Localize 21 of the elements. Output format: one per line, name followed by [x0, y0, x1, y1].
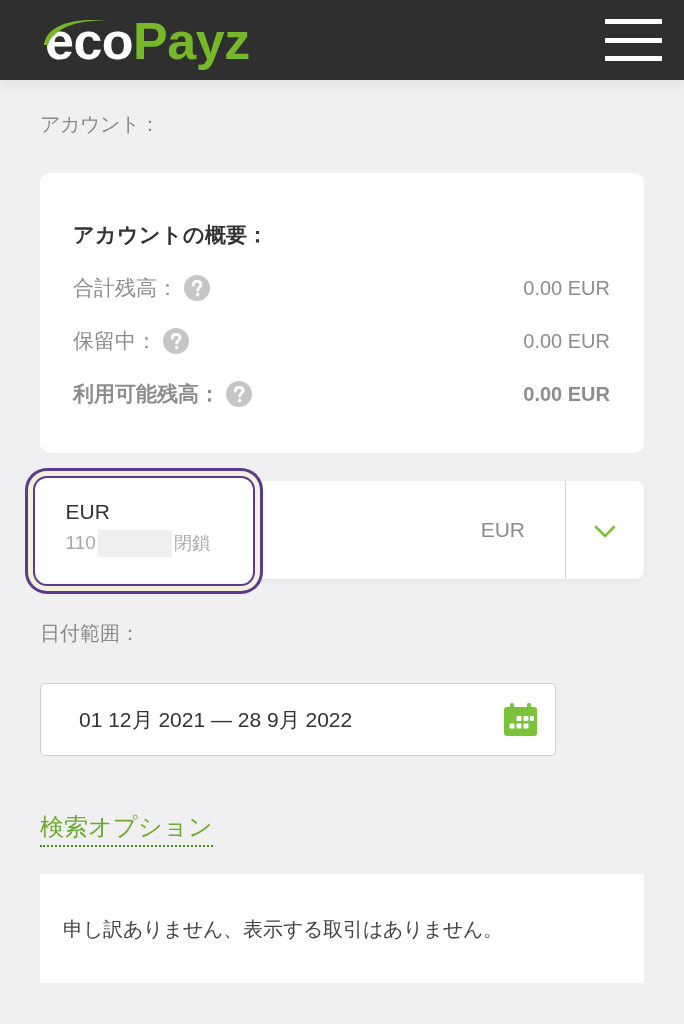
balance-value: 0.00 EUR: [523, 276, 610, 301]
account-number: 110: [65, 531, 96, 555]
empty-message: 申し訳ありません、表示する取引はありません。: [63, 916, 503, 942]
account-currency: EUR: [479, 517, 526, 543]
account-label: アカウント：: [40, 112, 160, 137]
balance-label: 利用可能残高：: [73, 381, 220, 407]
summary-title: アカウントの概要：: [73, 222, 269, 248]
calendar-icon[interactable]: [504, 703, 537, 736]
balance-value: 0.00 EUR: [523, 329, 610, 354]
date-range-field[interactable]: 01 12月 2021 — 28 9月 2022: [40, 683, 556, 756]
account-name: EUR: [65, 498, 111, 525]
balance-label: 合計残高：: [73, 275, 178, 301]
help-icon[interactable]: [226, 381, 252, 407]
account-status: 閉鎖: [173, 532, 210, 555]
menu-icon[interactable]: [605, 19, 662, 61]
help-icon[interactable]: [184, 275, 210, 301]
balance-value: 0.00 EUR: [523, 382, 610, 407]
chevron-down-icon: [594, 525, 616, 539]
help-icon[interactable]: [163, 328, 189, 354]
balance-label: 保留中：: [73, 328, 157, 354]
date-range-label: 日付範囲：: [40, 621, 140, 646]
